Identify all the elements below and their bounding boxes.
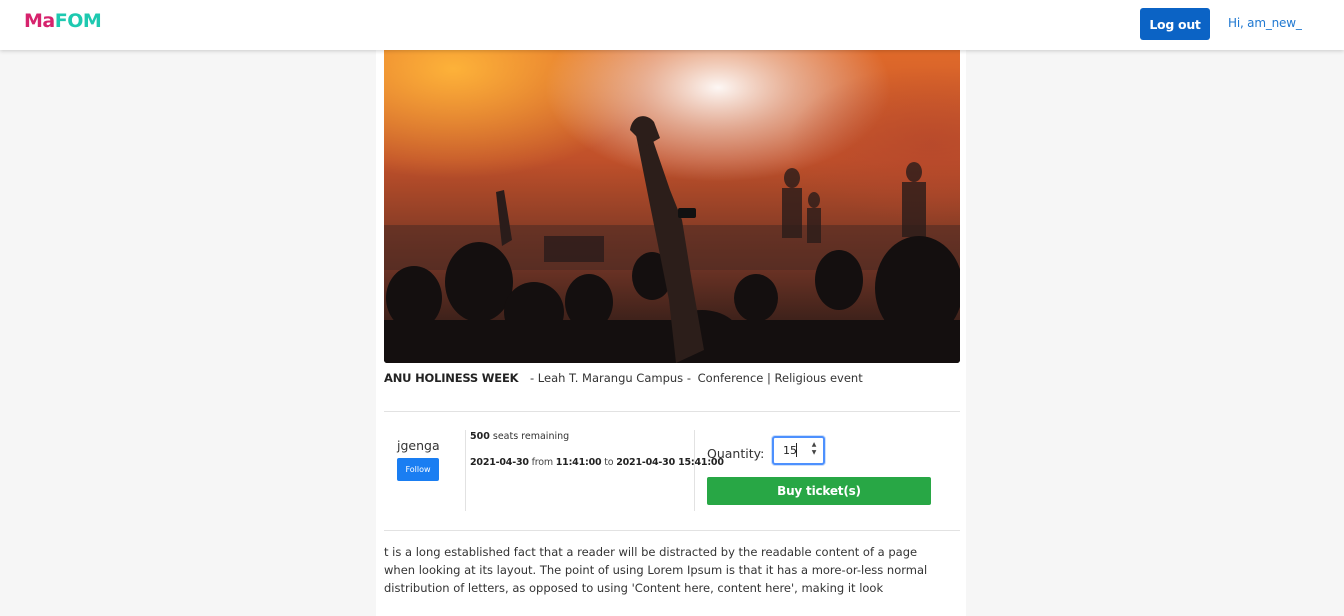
- text-caret: [796, 443, 797, 457]
- event-title: ANU HOLINESS WEEK: [384, 371, 519, 385]
- spinner-up-icon[interactable]: ▲: [809, 441, 819, 449]
- schedule-start-time: 11:41:00: [555, 457, 602, 468]
- event-info-line: ANU HOLINESS WEEK - Leah T. Marangu Camp…: [384, 371, 863, 385]
- event-hero-image: [384, 50, 960, 363]
- event-campus: - Leah T. Marangu Campus -: [529, 371, 691, 385]
- seats-remaining: 500 seats remaining: [470, 431, 569, 442]
- schedule-start-date: 2021-04-30: [470, 457, 529, 468]
- user-greeting-link[interactable]: Hi, am_new_: [1228, 16, 1302, 30]
- description-line: distribution of letters, as opposed to u…: [384, 581, 884, 595]
- brand-logo-part2: FOM: [54, 10, 102, 32]
- column-divider-right: [694, 430, 695, 511]
- seats-suffix: seats remaining: [492, 431, 570, 442]
- buy-tickets-button[interactable]: Buy ticket(s): [707, 477, 931, 505]
- quantity-label: Quantity:: [707, 446, 765, 461]
- description-line: when looking at its layout. The point of…: [384, 563, 928, 577]
- divider-bottom: [384, 530, 960, 531]
- brand-logo-part1: Ma: [24, 10, 55, 32]
- schedule-from-word: from: [531, 457, 554, 468]
- follow-button[interactable]: Follow: [397, 458, 439, 481]
- quantity-value[interactable]: 15: [783, 444, 797, 457]
- event-schedule: 2021-04-30 from 11:41:00 to 2021-04-30 1…: [470, 457, 724, 468]
- spinner-control[interactable]: ▲ ▼: [809, 441, 819, 460]
- schedule-to-word: to: [604, 457, 614, 468]
- spinner-down-icon[interactable]: ▼: [809, 449, 819, 457]
- seats-count: 500: [470, 431, 490, 442]
- navbar: MaFOM Log out Hi, am_new_: [0, 0, 1344, 50]
- description-line: t is a long established fact that a read…: [384, 545, 918, 559]
- divider-top: [384, 411, 960, 412]
- quantity-stepper[interactable]: 15 ▲ ▼: [772, 436, 825, 465]
- event-description: t is a long established fact that a read…: [384, 543, 960, 597]
- column-divider-left: [465, 430, 466, 511]
- brand-logo[interactable]: MaFOM: [24, 10, 102, 32]
- logout-button[interactable]: Log out: [1140, 8, 1210, 40]
- event-type: Conference | Religious event: [697, 371, 863, 385]
- organizer-name[interactable]: jgenga: [397, 438, 440, 453]
